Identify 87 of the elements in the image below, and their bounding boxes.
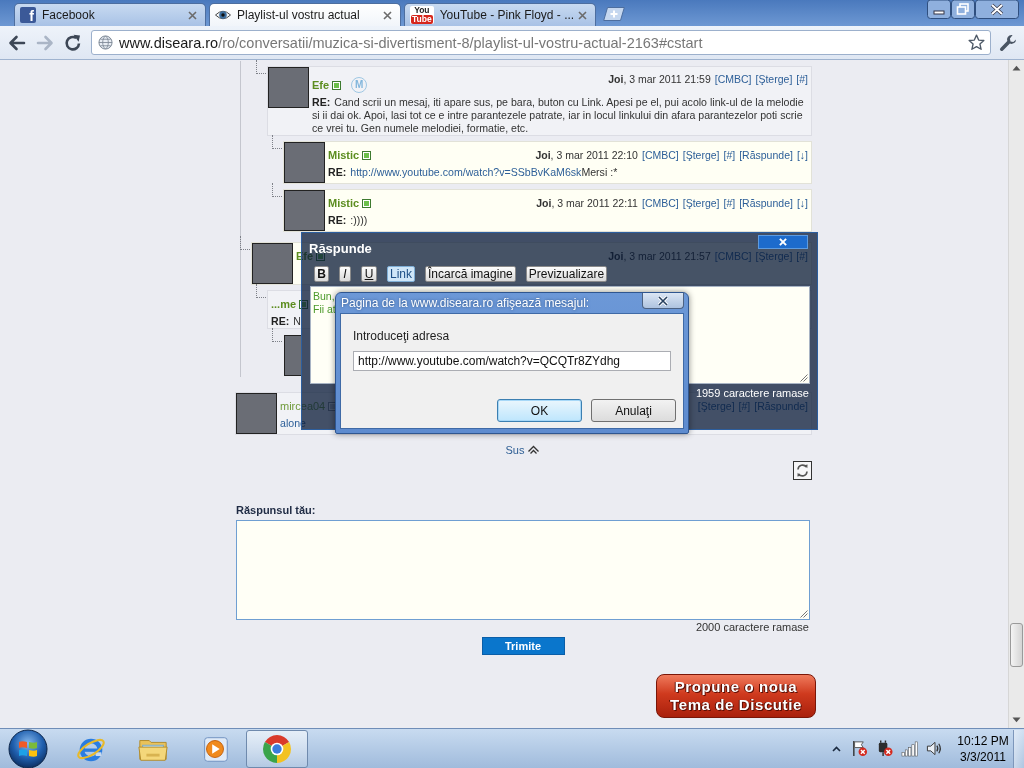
- clock-date[interactable]: 3/3/2011: [960, 748, 1006, 765]
- post-date: Joi, 3 mar 2011 22:10: [535, 149, 638, 161]
- tree-connector: [272, 328, 282, 342]
- plug-icon[interactable]: [876, 740, 893, 757]
- comment-action-link[interactable]: [#]: [723, 197, 736, 209]
- format-button[interactable]: U: [361, 266, 377, 282]
- back-to-top-link[interactable]: Sus: [505, 443, 541, 457]
- url-text: www.diseara.ro/ro/conversatii/muzica-si-divertisment-8/playlist-ul-vostru-actual-2163#cstart: [119, 34, 704, 51]
- taskbar-button[interactable]: [246, 729, 308, 768]
- flag-icon[interactable]: [851, 740, 868, 757]
- char-counter: 2000 caractere ramase: [694, 621, 809, 634]
- format-button[interactable]: Încarcă imagine: [425, 266, 516, 282]
- tree-connector: [272, 135, 282, 149]
- chevron-up-icon[interactable]: [832, 745, 841, 752]
- browser-tab[interactable]: Playlist-ul vostru actual: [209, 3, 401, 26]
- comment-action-link[interactable]: [Răspunde]: [739, 197, 793, 209]
- comment-text: RE: N: [271, 315, 302, 328]
- comment-action-link[interactable]: [Şterge]: [682, 149, 720, 161]
- address-bar[interactable]: www.diseara.ro/ro/conversatii/muzica-si-divertisment-8/playlist-ul-vostru-actual-2163#cstart: [91, 30, 991, 55]
- comment-action-link[interactable]: [CMBC]: [641, 149, 679, 161]
- minimize-icon[interactable]: [927, 0, 951, 19]
- refresh-icon[interactable]: [793, 461, 812, 480]
- reload-icon[interactable]: [63, 32, 83, 53]
- comment-action-link[interactable]: [CMBC]: [714, 73, 752, 85]
- logo-tile: f: [20, 7, 36, 23]
- speaker-icon[interactable]: [926, 740, 943, 757]
- message-link[interactable]: http://www.youtube.com/watch?v=SSbBvKaM6sk: [350, 166, 582, 178]
- comment-text: RE: :)))): [328, 214, 369, 227]
- globe-icon: [98, 35, 113, 50]
- comment-action-link[interactable]: [#]: [796, 73, 808, 85]
- restore-icon[interactable]: [951, 0, 975, 19]
- star-icon[interactable]: [968, 34, 985, 51]
- resize-grip-icon[interactable]: [800, 374, 808, 382]
- reply-label: Răspunsul tău:: [236, 504, 317, 517]
- close-icon[interactable]: [578, 10, 587, 20]
- close-icon[interactable]: [383, 10, 392, 20]
- comment-action-link[interactable]: [↓]: [796, 197, 808, 209]
- start-orb-icon[interactable]: [8, 728, 48, 768]
- comment-action-link[interactable]: [Şterge]: [755, 73, 793, 85]
- close-icon: [657, 295, 669, 306]
- signal-bars-icon[interactable]: [901, 740, 918, 757]
- browser-tab[interactable]: f Facebook: [14, 3, 206, 26]
- comment-action-link[interactable]: [↓]: [796, 149, 808, 161]
- author-name[interactable]: Mistic: [328, 197, 360, 209]
- scrollbar[interactable]: [1008, 60, 1024, 728]
- tree-connector: [256, 60, 266, 74]
- resize-grip-icon[interactable]: [800, 610, 808, 618]
- tree-connector: [272, 183, 282, 197]
- scroll-up-icon[interactable]: [1012, 65, 1021, 71]
- tree-connector: [256, 284, 266, 298]
- close-icon[interactable]: [188, 10, 197, 20]
- char-counter: 1959 caractere ramase: [694, 388, 810, 399]
- comment-action-link[interactable]: [Răspunde]: [739, 149, 793, 161]
- scroll-down-icon[interactable]: [1012, 717, 1021, 723]
- post-date: Joi, 3 mar 2011 21:59: [608, 73, 711, 85]
- close-icon: [779, 238, 787, 246]
- comment-action-link[interactable]: [#]: [723, 149, 736, 161]
- author-name[interactable]: Efe: [312, 79, 330, 91]
- scrollbar-thumb[interactable]: [1010, 623, 1023, 667]
- reply-textarea[interactable]: [236, 520, 810, 620]
- logo-tile: You Tube: [410, 6, 434, 24]
- comment-text: RE: Cand scrii un mesaj, iti apare sus, pe bara, buton cu Link. Apesi pe el, pui acolo link-ul de la melodie si ii dai ok. Apoi, lasi tot ce e intre parantezele patrate, iar in locul linkului din afara parantezelor poti scrie ce vrei tu. Gen numele melodiei, formatie, etc.: [312, 96, 805, 135]
- comment-action-link[interactable]: [CMBC]: [641, 197, 679, 209]
- url-input[interactable]: http://www.youtube.com/watch?v=QCQTr8ZYdhg: [353, 351, 671, 371]
- wrench-icon[interactable]: [999, 33, 1017, 52]
- dialog-button[interactable]: OK: [497, 399, 582, 422]
- new-tab-icon[interactable]: [603, 7, 625, 21]
- post-date: Joi, 3 mar 2011 22:11: [536, 197, 638, 209]
- comment-action-link[interactable]: [Şterge]: [682, 197, 720, 209]
- new-topic-button[interactable]: Propune o noua Tema de Discutie: [656, 674, 816, 718]
- double-chevron-up-icon: [527, 445, 541, 455]
- close-button[interactable]: [642, 293, 684, 309]
- ball-logo-icon[interactable]: [261, 732, 293, 765]
- close-icon[interactable]: [975, 0, 1019, 19]
- author-name[interactable]: ...me: [271, 298, 297, 310]
- submit-button[interactable]: Trimite: [481, 637, 565, 655]
- clock-time[interactable]: 10:12 PM: [957, 732, 1009, 749]
- prompt-label: Introduceţi adresa: [353, 329, 451, 343]
- format-button[interactable]: I: [339, 266, 351, 282]
- comment-text: RE: http://www.youtube.com/watch?v=SSbBvKaM6skMersi :*: [328, 166, 619, 179]
- dialog-button[interactable]: Anulaţi: [591, 399, 676, 422]
- format-button[interactable]: Link: [387, 266, 415, 282]
- dialog-title: Pagina de la www.diseara.ro afişează mesajul:: [341, 296, 590, 310]
- tree-connector: [240, 236, 250, 250]
- format-button[interactable]: Previzualizare: [525, 266, 608, 282]
- author-name[interactable]: Mistic: [328, 149, 360, 161]
- format-button[interactable]: B: [314, 266, 329, 282]
